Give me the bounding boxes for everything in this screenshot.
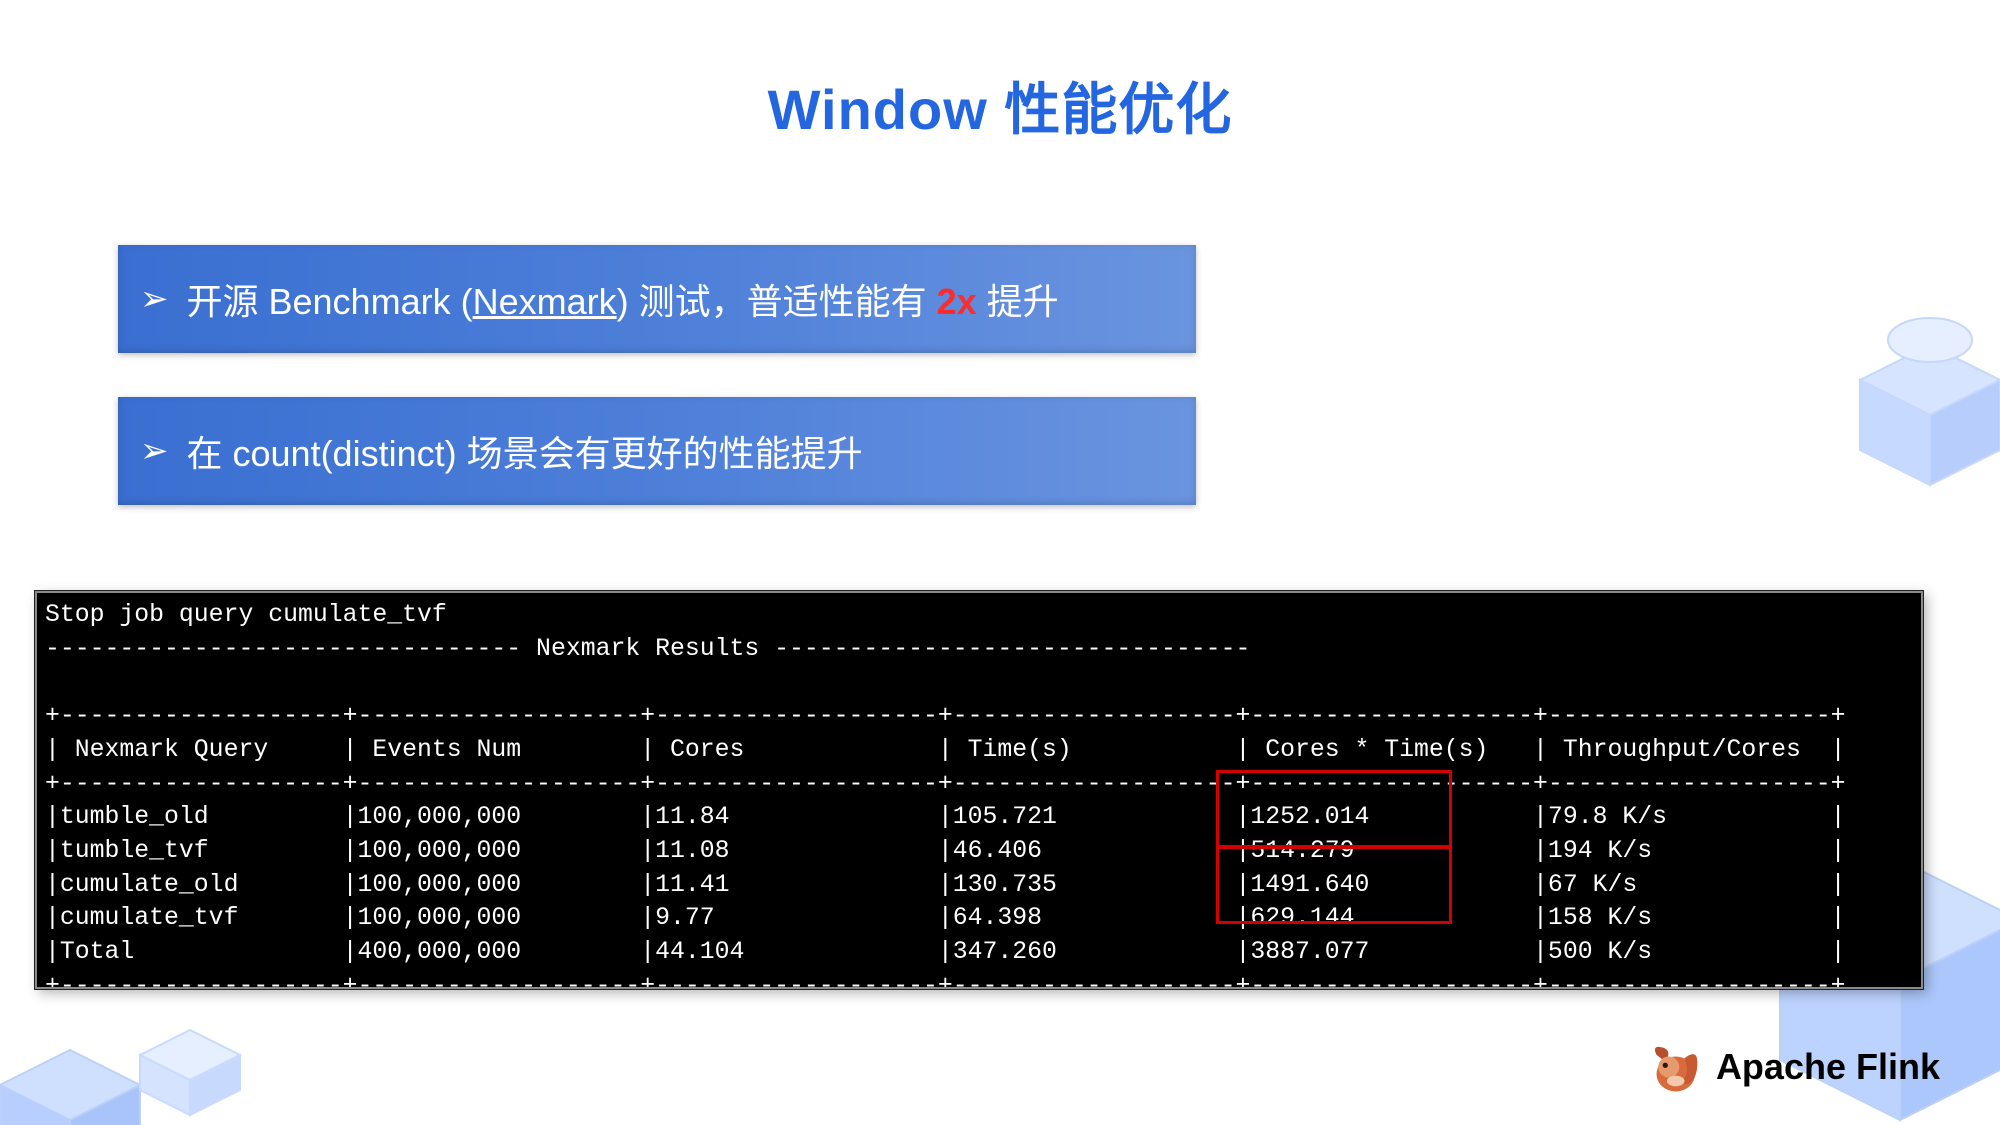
bullet1-factor: 2x xyxy=(937,281,977,322)
flink-squirrel-icon xyxy=(1646,1039,1702,1095)
terminal-output: Stop job query cumulate_tvf ------------… xyxy=(35,591,1923,989)
bullet1-suf: 提升 xyxy=(977,281,1059,322)
bullet1-link: Nexmark xyxy=(473,281,617,322)
brand-text: Apache Flink xyxy=(1716,1046,1940,1088)
bullet1-pre: 开源 Benchmark ( xyxy=(187,281,473,322)
bullet1-mid: ) 测试，普适性能有 xyxy=(617,281,937,322)
bullet-benchmark: ➢ 开源 Benchmark (Nexmark) 测试，普适性能有 2x 提升 xyxy=(118,245,1196,353)
bullet-arrow-icon: ➢ xyxy=(140,434,169,468)
footer-logo: Apache Flink xyxy=(1646,1039,1940,1095)
bullet2-text: 在 count(distinct) 场景会有更好的性能提升 xyxy=(187,425,863,477)
bullet-arrow-icon: ➢ xyxy=(140,282,169,316)
bullet-count-distinct: ➢ 在 count(distinct) 场景会有更好的性能提升 xyxy=(118,397,1196,505)
slide-title: Window 性能优化 xyxy=(0,65,2000,146)
